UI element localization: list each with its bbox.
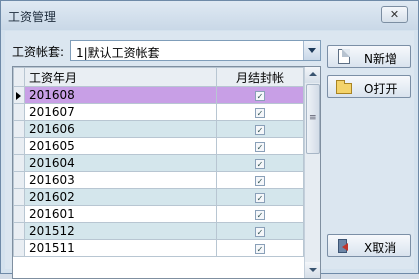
table-header-row: 工资年月 月结封帐: [13, 67, 304, 87]
month-cell[interactable]: 201605: [24, 137, 217, 155]
window-title: 工资管理: [8, 10, 57, 24]
closed-cell[interactable]: ✓: [216, 137, 304, 155]
closed-checkbox[interactable]: ✓: [255, 175, 265, 186]
month-cell[interactable]: 201512: [24, 222, 217, 240]
table-row[interactable]: 201603 ✓: [13, 171, 304, 189]
closed-cell[interactable]: ✓: [216, 120, 304, 138]
row-indicator: [13, 205, 25, 223]
row-indicator: [13, 86, 25, 104]
scroll-up-icon[interactable]: [305, 67, 320, 83]
table-row[interactable]: 201604 ✓: [13, 154, 304, 172]
closed-cell[interactable]: ✓: [216, 205, 304, 223]
account-combobox[interactable]: 1|默认工资帐套: [70, 40, 321, 61]
table-row[interactable]: 201602 ✓: [13, 188, 304, 206]
open-button[interactable]: O打开: [327, 75, 411, 98]
row-indicator: [13, 222, 25, 240]
vertical-scrollbar[interactable]: [304, 67, 320, 278]
cancel-button-label: X取消: [364, 241, 397, 255]
new-document-icon: [338, 49, 350, 64]
closed-checkbox[interactable]: ✓: [255, 243, 265, 254]
month-cell[interactable]: 201602: [24, 188, 217, 206]
salary-period-grid: 工资年月 月结封帐 201608 ✓ 201607 ✓ 201606 ✓ 201…: [12, 66, 321, 279]
closed-cell[interactable]: ✓: [216, 171, 304, 189]
closed-cell[interactable]: ✓: [216, 154, 304, 172]
table-row[interactable]: 201607 ✓: [13, 103, 304, 121]
closed-checkbox[interactable]: ✓: [255, 141, 265, 152]
title-bar: 工资管理 ✕: [1, 1, 418, 30]
month-cell[interactable]: 201601: [24, 205, 217, 223]
chevron-down-icon[interactable]: [303, 41, 320, 60]
month-cell[interactable]: 201607: [24, 103, 217, 121]
closed-checkbox[interactable]: ✓: [255, 192, 265, 203]
month-cell[interactable]: 201604: [24, 154, 217, 172]
closed-checkbox[interactable]: ✓: [255, 90, 265, 101]
cancel-button[interactable]: X取消: [327, 234, 411, 257]
client-area: 工资帐套: 1|默认工资帐套 工资年月 月结封帐 201608 ✓ 201607…: [5, 31, 414, 279]
current-row-arrow-icon: [16, 91, 21, 100]
scrollbar-thumb[interactable]: [306, 84, 320, 154]
closed-checkbox[interactable]: ✓: [255, 158, 265, 169]
table-row[interactable]: 201512 ✓: [13, 222, 304, 240]
period-table: 工资年月 月结封帐 201608 ✓ 201607 ✓ 201606 ✓ 201…: [13, 67, 304, 257]
scroll-down-icon[interactable]: [305, 262, 320, 278]
closed-checkbox[interactable]: ✓: [255, 107, 265, 118]
row-indicator: [13, 103, 25, 121]
table-row[interactable]: 201511 ✓: [13, 239, 304, 257]
closed-cell[interactable]: ✓: [216, 86, 304, 104]
column-header-month[interactable]: 工资年月: [24, 67, 217, 87]
month-cell[interactable]: 201603: [24, 171, 217, 189]
exit-arrow: [342, 243, 348, 251]
row-indicator: [13, 154, 25, 172]
month-cell[interactable]: 201608: [24, 86, 217, 104]
closed-cell[interactable]: ✓: [216, 239, 304, 257]
folder-open-icon: [336, 80, 352, 94]
closed-checkbox[interactable]: ✓: [255, 124, 265, 135]
close-button[interactable]: ✕: [381, 6, 408, 23]
salary-management-window: 工资管理 ✕ 工资帐套: 1|默认工资帐套 工资年月 月结封帐 201608 ✓…: [0, 0, 419, 279]
closed-checkbox[interactable]: ✓: [255, 209, 265, 220]
account-label: 工资帐套:: [12, 45, 65, 59]
new-button[interactable]: N新增: [327, 45, 411, 68]
closed-checkbox[interactable]: ✓: [255, 226, 265, 237]
account-selected-value: 1|默认工资帐套: [76, 46, 160, 60]
column-header-closed[interactable]: 月结封帐: [216, 67, 304, 87]
month-cell[interactable]: 201606: [24, 120, 217, 138]
table-row[interactable]: 201606 ✓: [13, 120, 304, 138]
row-indicator: [13, 188, 25, 206]
table-row[interactable]: 201605 ✓: [13, 137, 304, 155]
exit-door-icon: [336, 238, 352, 254]
closed-cell[interactable]: ✓: [216, 188, 304, 206]
row-indicator: [13, 120, 25, 138]
closed-cell[interactable]: ✓: [216, 222, 304, 240]
month-cell[interactable]: 201511: [24, 239, 217, 257]
new-button-label: N新增: [364, 52, 397, 66]
open-button-label: O打开: [364, 82, 398, 96]
row-indicator: [13, 171, 25, 189]
table-row[interactable]: 201608 ✓: [13, 86, 304, 104]
row-indicator: [13, 239, 25, 257]
closed-cell[interactable]: ✓: [216, 103, 304, 121]
header-indicator-cell: [13, 67, 25, 87]
row-indicator: [13, 137, 25, 155]
table-row[interactable]: 201601 ✓: [13, 205, 304, 223]
